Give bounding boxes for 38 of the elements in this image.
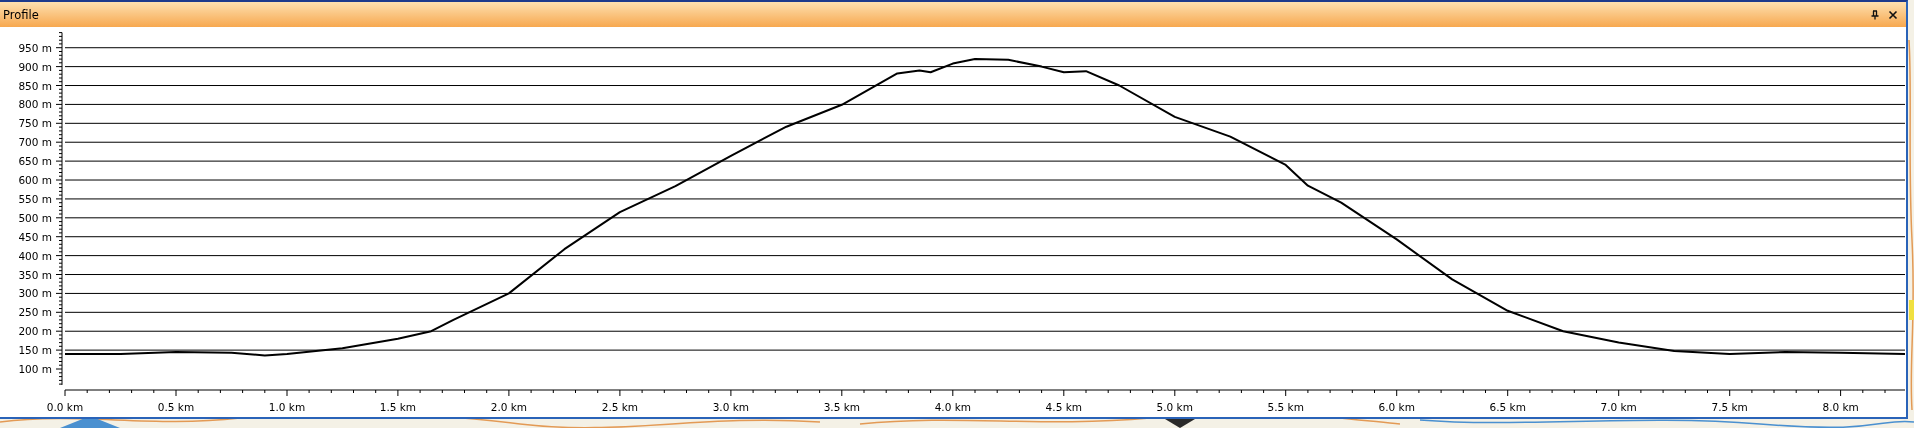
axis-label: 600 m bbox=[18, 174, 52, 186]
axis-label: 550 m bbox=[18, 192, 52, 205]
axis-label: 2.5 km bbox=[601, 401, 639, 413]
pin-icon[interactable] bbox=[1870, 9, 1880, 20]
axis-label: 4.5 km bbox=[1045, 401, 1082, 413]
axis-label: 5.0 km bbox=[1156, 401, 1193, 413]
axis-label: 3.5 km bbox=[823, 401, 860, 413]
axis-label: 500 m bbox=[18, 211, 52, 224]
axis-label: 0.0 km bbox=[46, 401, 84, 413]
axis-label: 3.0 km bbox=[712, 401, 750, 413]
axis-label: 350 m bbox=[18, 268, 52, 281]
close-icon[interactable] bbox=[1888, 9, 1898, 20]
axis-label: 0.5 km bbox=[157, 401, 195, 413]
axis-label: 900 m bbox=[18, 60, 52, 73]
axis-label: 5.5 km bbox=[1267, 401, 1304, 413]
axis-label: 8.0 km bbox=[1822, 401, 1859, 413]
axis-label: 4.0 km bbox=[934, 401, 971, 413]
axis-label: 6.5 km bbox=[1489, 401, 1526, 413]
axis-label: 1.0 km bbox=[268, 401, 306, 413]
axis-label: 800 m bbox=[18, 98, 52, 111]
axis-label: 400 m bbox=[18, 249, 52, 262]
axis-label: 2.0 km bbox=[490, 401, 528, 413]
axis-label: 300 m bbox=[18, 287, 52, 300]
axis-label: 750 m bbox=[18, 117, 52, 130]
axis-label: 200 m bbox=[18, 325, 52, 338]
axis-label: 650 m bbox=[18, 155, 52, 168]
axis-label: 1.5 km bbox=[379, 401, 417, 413]
axis-label: 7.0 km bbox=[1600, 401, 1637, 413]
axis-label: 850 m bbox=[18, 79, 52, 92]
axis-label: 100 m bbox=[18, 363, 52, 375]
axis-label: 150 m bbox=[18, 344, 52, 357]
axis-label: 6.0 km bbox=[1378, 401, 1415, 413]
axis-label: 700 m bbox=[18, 136, 52, 149]
panel-title: Profile bbox=[3, 7, 40, 22]
axis-label: 950 m bbox=[18, 41, 52, 54]
axis-label: 250 m bbox=[18, 306, 52, 319]
axis-label: 7.5 km bbox=[1711, 401, 1748, 413]
axis-label: 450 m bbox=[18, 230, 52, 243]
